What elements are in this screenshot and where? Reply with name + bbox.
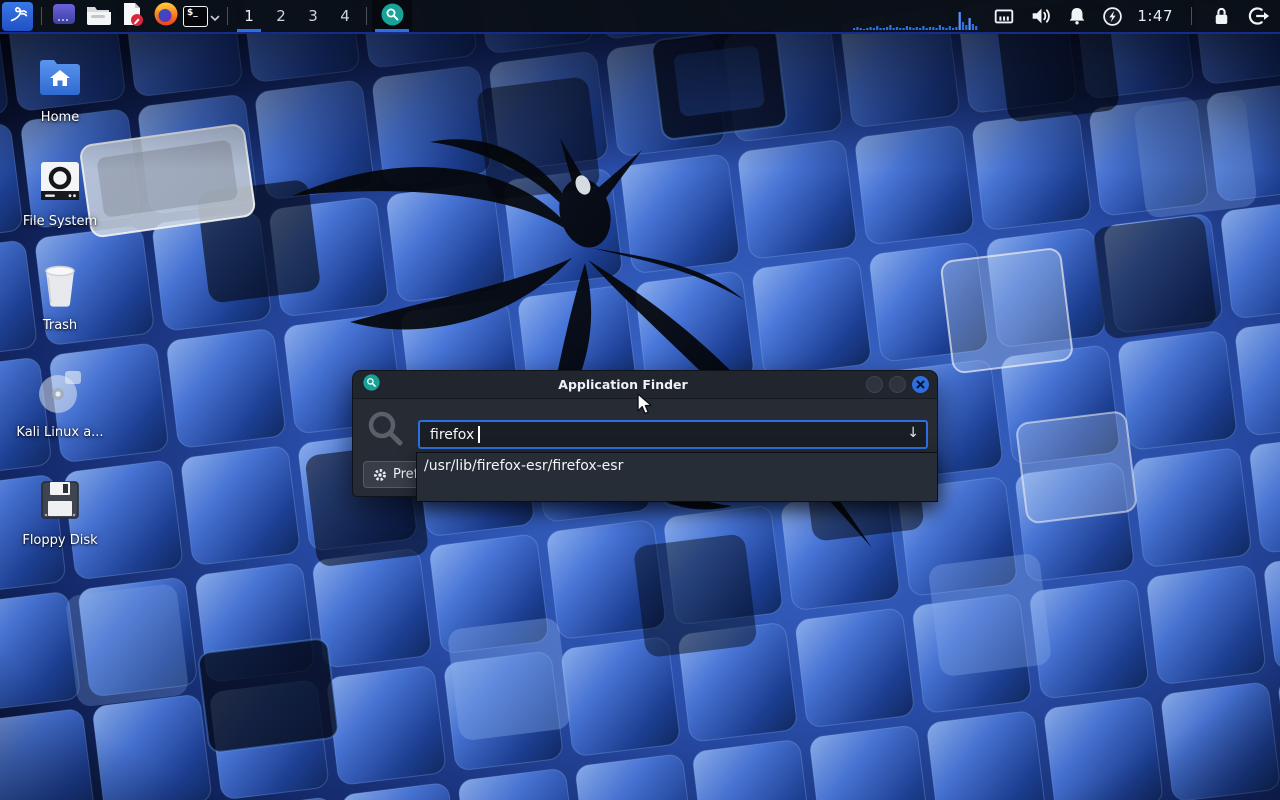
- clock[interactable]: 1:47: [1137, 7, 1173, 25]
- lock-icon[interactable]: [1210, 5, 1233, 28]
- search-field: ↓: [418, 420, 928, 449]
- power-manager-icon[interactable]: [1101, 5, 1124, 28]
- search-icon: [366, 409, 406, 453]
- workspace-4[interactable]: 4: [329, 0, 361, 32]
- app-finder-icon: [363, 374, 380, 395]
- floppy-disk-icon: [40, 476, 80, 524]
- mouse-cursor: [636, 393, 656, 421]
- desktop-icon-floppy-disk[interactable]: Floppy Disk: [12, 476, 108, 548]
- applications-menu-button[interactable]: [2, 2, 33, 31]
- desktop-icon-label: File System: [23, 214, 97, 229]
- desktop-icon-label: Kali Linux a...: [16, 425, 103, 440]
- taskbar-app-finder-button[interactable]: [372, 0, 412, 32]
- top-panel: $_ 1 2 3 4: [0, 0, 1280, 34]
- firefox-launcher[interactable]: [149, 0, 183, 32]
- window-title: Application Finder: [380, 377, 866, 392]
- text-editor-icon: [119, 1, 145, 31]
- workspace-1[interactable]: 1: [233, 0, 265, 32]
- panel-separator: [227, 7, 228, 25]
- desktop-icon-trash[interactable]: Trash: [12, 261, 108, 333]
- terminal-window-icon: [51, 1, 77, 31]
- cpu-history-graph[interactable]: [853, 0, 979, 32]
- desktop-icon-label: Trash: [43, 318, 77, 333]
- text-caret: [478, 426, 480, 443]
- search-input[interactable]: [418, 420, 928, 449]
- desktop-icon-file-system[interactable]: File System: [12, 157, 108, 229]
- dropdown-arrow-icon[interactable]: ↓: [907, 425, 919, 441]
- firefox-icon: [153, 1, 179, 31]
- workspace-2[interactable]: 2: [265, 0, 297, 32]
- gear-icon: [373, 468, 387, 482]
- terminal-dropdown-launcher[interactable]: $_: [183, 6, 222, 27]
- kali-disc-icon: [37, 368, 83, 416]
- panel-separator: [366, 7, 367, 25]
- desktop-icon-label: Home: [41, 110, 79, 125]
- file-manager-icon: [85, 1, 111, 31]
- trash-icon: [39, 261, 81, 309]
- search-results-dropdown: /usr/lib/firefox-esr/firefox-esr: [416, 452, 938, 502]
- home-folder-icon: [38, 53, 82, 101]
- close-button[interactable]: [912, 376, 929, 393]
- kali-menu-icon: [7, 3, 29, 29]
- chevron-down-icon: [210, 7, 220, 26]
- close-icon: [916, 380, 925, 389]
- minimize-button[interactable]: [866, 376, 883, 393]
- desktop-icon-home[interactable]: Home: [12, 53, 108, 125]
- network-icon[interactable]: [992, 4, 1016, 28]
- logout-icon[interactable]: [1246, 4, 1270, 28]
- workspace-3[interactable]: 3: [297, 0, 329, 32]
- desktop-icon-kali-disc[interactable]: Kali Linux a...: [12, 368, 108, 440]
- terminal-prompt-icon: $_: [183, 6, 208, 27]
- panel-separator: [41, 7, 42, 25]
- app-finder-icon: [381, 3, 404, 30]
- file-manager-launcher[interactable]: [81, 0, 115, 32]
- file-system-drive-icon: [40, 157, 80, 205]
- result-item[interactable]: /usr/lib/firefox-esr/firefox-esr: [417, 453, 937, 479]
- text-editor-launcher[interactable]: [115, 0, 149, 32]
- maximize-button[interactable]: [889, 376, 906, 393]
- panel-separator: [1191, 7, 1192, 25]
- volume-icon[interactable]: [1029, 4, 1053, 28]
- notifications-icon[interactable]: [1066, 5, 1088, 27]
- terminal-launcher[interactable]: [47, 0, 81, 32]
- desktop-icon-label: Floppy Disk: [22, 533, 97, 548]
